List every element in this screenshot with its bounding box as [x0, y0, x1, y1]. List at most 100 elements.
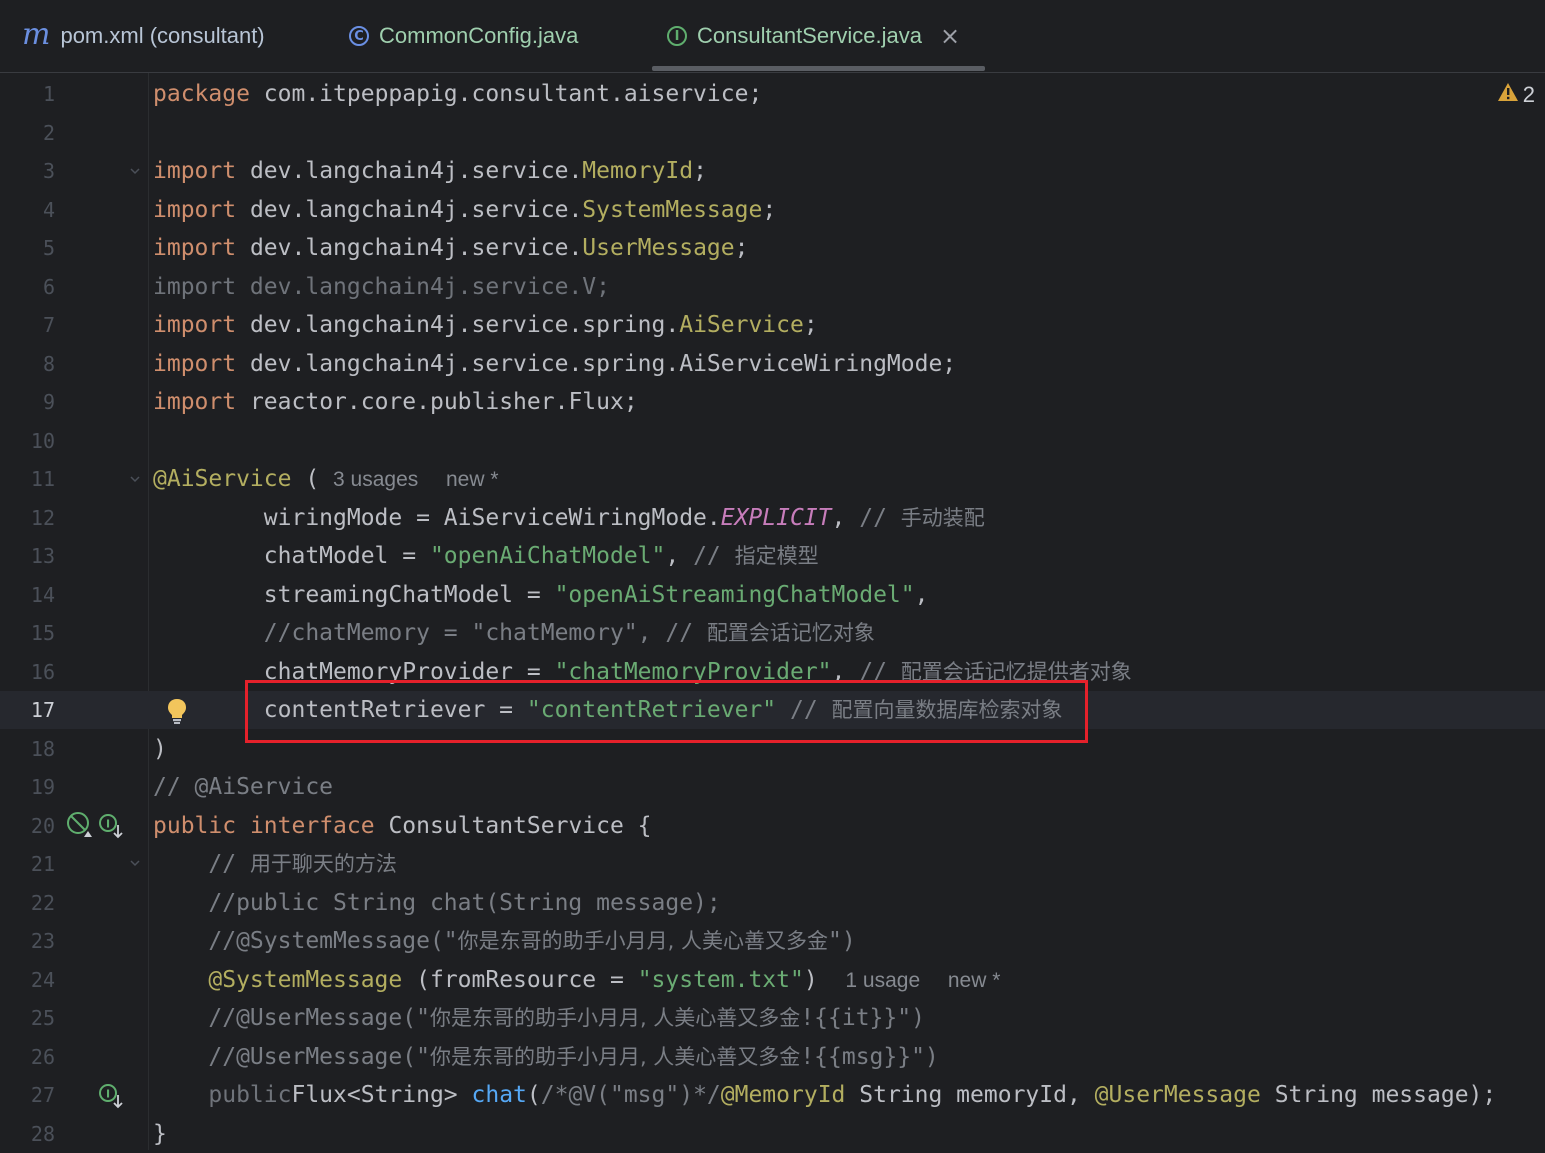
- code-token: streamingChatModel =: [153, 582, 555, 608]
- inspection-widget[interactable]: 2: [1497, 82, 1535, 108]
- tab-commonconfig-java[interactable]: C CommonConfig.java: [349, 0, 578, 72]
- code-token: public: [153, 813, 237, 839]
- code-token: //: [693, 543, 735, 569]
- close-icon[interactable]: ×: [940, 22, 960, 50]
- fold-icon[interactable]: [129, 857, 141, 869]
- code-token: 3 usages: [333, 468, 419, 491]
- code-token: ;: [734, 235, 749, 261]
- code-token: Flux<String>: [291, 1082, 472, 1108]
- code-line[interactable]: 10: [0, 422, 1545, 460]
- code-token: ): [153, 736, 167, 762]
- code-line[interactable]: 15 //chatMemory = "chatMemory", // 配置会话记…: [0, 614, 1545, 652]
- code-token: String message);: [1274, 1082, 1497, 1108]
- implemented-interface-icon[interactable]: I: [98, 813, 124, 843]
- interface-icon: I: [667, 26, 687, 46]
- code-line[interactable]: 20 public interface ConsultantService {: [0, 807, 1545, 845]
- code-token: ,: [665, 543, 694, 569]
- line-number: 16: [30, 660, 55, 684]
- code-token: wiringMode = AiServiceWiringMode.: [153, 505, 721, 531]
- code-token: com.itpeppapig.consultant.aiservice;: [263, 81, 763, 107]
- code-token: import: [153, 312, 237, 338]
- line-number: 13: [30, 544, 55, 568]
- code-token: package: [153, 81, 250, 107]
- code-token: dev.langchain4j.service.: [249, 158, 583, 184]
- tab-label: ConsultantService.java: [697, 23, 923, 48]
- code-line[interactable]: 8 import dev.langchain4j.service.spring.A…: [0, 345, 1545, 383]
- tab-label: CommonConfig.java: [379, 23, 579, 48]
- line-number: 11: [30, 467, 55, 491]
- code-text: //@SystemMessage("你是东哥的助手小月月, 人美心善又多金"): [153, 922, 855, 960]
- line-number: 1: [42, 82, 55, 106]
- code-token: //: [859, 505, 901, 531]
- code-token: ;: [803, 312, 818, 338]
- code-line[interactable]: 3 import dev.langchain4j.service.MemoryId…: [0, 152, 1545, 190]
- code-token: //chatMemory = "chatMemory", //: [153, 620, 707, 646]
- line-number: 27: [30, 1083, 55, 1107]
- lightbulb-icon[interactable]: [165, 697, 189, 729]
- no-implementations-icon[interactable]: [66, 811, 92, 841]
- svg-text:I: I: [106, 1088, 110, 1101]
- code-line[interactable]: 13 chatModel = "openAiChatModel", // 指定模…: [0, 537, 1545, 575]
- code-token: //public String chat(String message);: [153, 890, 721, 916]
- line-number: 10: [30, 429, 55, 453]
- code-line[interactable]: 5 import dev.langchain4j.service.UserMess…: [0, 229, 1545, 267]
- code-line[interactable]: 1 package com.itpeppapig.consultant.aiser…: [0, 75, 1545, 113]
- code-line[interactable]: 25 //@UserMessage("你是东哥的助手小月月, 人美心善又多金!{…: [0, 999, 1545, 1037]
- tab-pom-xml[interactable]: m pom.xml (consultant): [22, 0, 265, 72]
- svg-text:I: I: [106, 818, 110, 831]
- line-number: 14: [30, 583, 55, 607]
- fold-icon[interactable]: [129, 165, 141, 177]
- code-line[interactable]: 14 streamingChatModel = "openAiStreaming…: [0, 576, 1545, 614]
- code-token: !{{it}}"): [800, 1005, 925, 1031]
- code-line[interactable]: 6 import dev.langchain4j.service.V;: [0, 268, 1545, 306]
- code-line[interactable]: 4 import dev.langchain4j.service.SystemMe…: [0, 191, 1545, 229]
- fold-icon[interactable]: [129, 473, 141, 485]
- code-token: (: [305, 466, 334, 492]
- line-number: 3: [42, 159, 55, 183]
- code-token: 1 usage: [845, 969, 921, 992]
- code-token: new *: [445, 468, 499, 491]
- code-text: import dev.langchain4j.service.SystemMes…: [153, 191, 776, 229]
- code-token: 配置会话记忆对象: [706, 621, 875, 645]
- code-token: 你是东哥的助手小月月, 人美心善又多金: [429, 1006, 801, 1030]
- editor-tab-bar: m pom.xml (consultant) C CommonConfig.ja…: [0, 0, 1545, 73]
- code-text: //public String chat(String message);: [153, 884, 721, 922]
- code-token: new *: [947, 969, 1001, 992]
- warning-count: 2: [1522, 82, 1535, 107]
- code-token: import: [153, 158, 237, 184]
- code-token: 你是东哥的助手小月月, 人美心善又多金: [429, 1045, 801, 1069]
- code-line[interactable]: 7 import dev.langchain4j.service.spring.A…: [0, 306, 1545, 344]
- line-number: 17: [30, 698, 55, 722]
- code-token: "openAiChatModel": [429, 543, 666, 569]
- code-token: @AiService: [153, 466, 292, 492]
- code-text: @AiService ( 3 usages new *: [153, 460, 499, 499]
- code-line[interactable]: 19 // @AiService: [0, 768, 1545, 806]
- code-line[interactable]: 28}: [0, 1115, 1545, 1153]
- code-line[interactable]: 2: [0, 114, 1545, 152]
- code-token: ;: [693, 158, 707, 184]
- code-token: dev.langchain4j.service.: [249, 235, 583, 261]
- line-number: 2: [42, 121, 55, 145]
- code-line[interactable]: 12 wiringMode = AiServiceWiringMode.EXPL…: [0, 499, 1545, 537]
- code-token: ,: [831, 505, 860, 531]
- tab-consultantservice-java[interactable]: I ConsultantService.java ×: [667, 0, 960, 72]
- code-text: }: [153, 1115, 167, 1153]
- line-number: 21: [30, 852, 55, 876]
- code-token: chatModel =: [153, 543, 430, 569]
- code-line[interactable]: 22 //public String chat(String message);: [0, 884, 1545, 922]
- code-line[interactable]: 26 //@UserMessage("你是东哥的助手小月月, 人美心善又多金!{…: [0, 1038, 1545, 1076]
- code-text: //chatMemory = "chatMemory", // 配置会话记忆对象: [153, 614, 875, 652]
- code-line[interactable]: 24 @SystemMessage (fromResource = "syste…: [0, 961, 1545, 999]
- code-editor[interactable]: 1 package com.itpeppapig.consultant.aiser…: [0, 73, 1545, 1150]
- code-line[interactable]: 21 // 用于聊天的方法: [0, 845, 1545, 883]
- code-line[interactable]: 27 publicFlux<String> chat(/*@V("msg")*/…: [0, 1076, 1545, 1114]
- code-token: EXPLICIT: [720, 505, 832, 531]
- code-token: MemoryId: [582, 158, 694, 184]
- line-number: 15: [30, 621, 55, 645]
- code-line[interactable]: 11 @AiService ( 3 usages new *: [0, 460, 1545, 498]
- code-line[interactable]: 9 import reactor.core.publisher.Flux;: [0, 383, 1545, 421]
- code-line[interactable]: 23 //@SystemMessage("你是东哥的助手小月月, 人美心善又多金…: [0, 922, 1545, 960]
- implemented-method-icon[interactable]: I: [98, 1083, 124, 1113]
